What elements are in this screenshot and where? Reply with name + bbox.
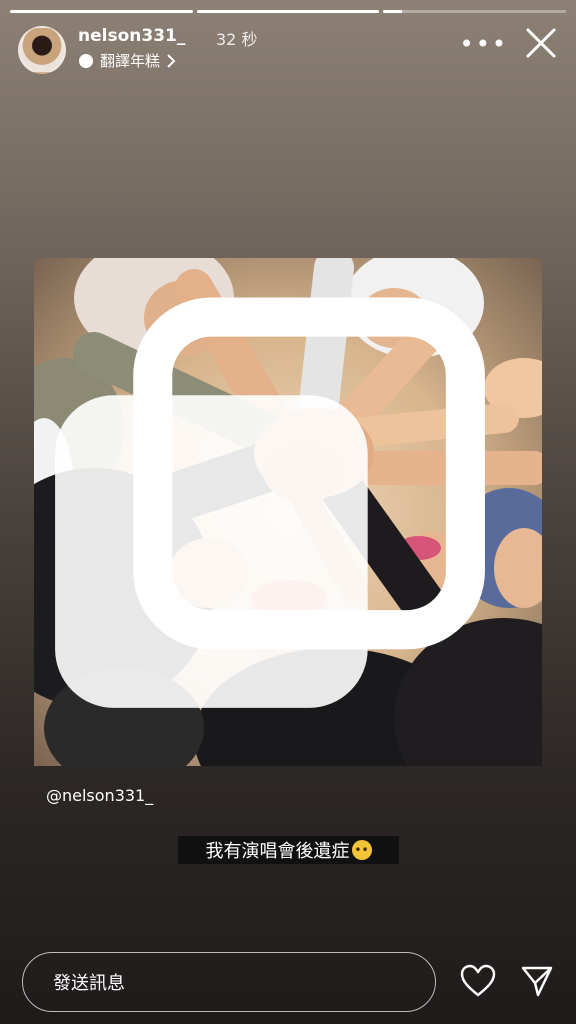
- audio-attribution[interactable]: 翻譯年糕: [78, 50, 176, 71]
- avatar[interactable]: [18, 26, 66, 74]
- attribution-label: 翻譯年糕: [100, 52, 161, 70]
- more-dots-icon[interactable]: •••: [460, 30, 508, 58]
- message-placeholder: 發送訊息: [53, 973, 125, 994]
- progress-segment: [10, 10, 193, 13]
- story-progress-bar: [10, 10, 567, 13]
- caption-text: 我有演唱會後遺症 ••: [178, 836, 399, 864]
- chevron-right-icon: [167, 53, 176, 68]
- story-photo[interactable]: [34, 258, 542, 766]
- paper-plane-icon[interactable]: [520, 964, 554, 998]
- heart-icon[interactable]: [460, 964, 496, 998]
- username[interactable]: nelson331_: [78, 26, 185, 46]
- progress-segment: [196, 10, 380, 13]
- speech-bubble-icon: [79, 53, 93, 68]
- story-header: nelson331_ 32 秒 翻譯年糕 •••: [18, 22, 558, 74]
- message-input[interactable]: 發送訊息: [22, 952, 436, 1012]
- caption-label: 我有演唱會後遺症: [205, 841, 350, 862]
- close-icon[interactable]: [524, 26, 558, 60]
- crying-face-icon: ••: [351, 840, 372, 860]
- multiple-photos-icon: [55, 297, 485, 708]
- mention-sticker[interactable]: @nelson331_: [46, 786, 153, 805]
- progress-segment-current: [383, 10, 567, 13]
- post-time: 32 秒: [216, 30, 258, 49]
